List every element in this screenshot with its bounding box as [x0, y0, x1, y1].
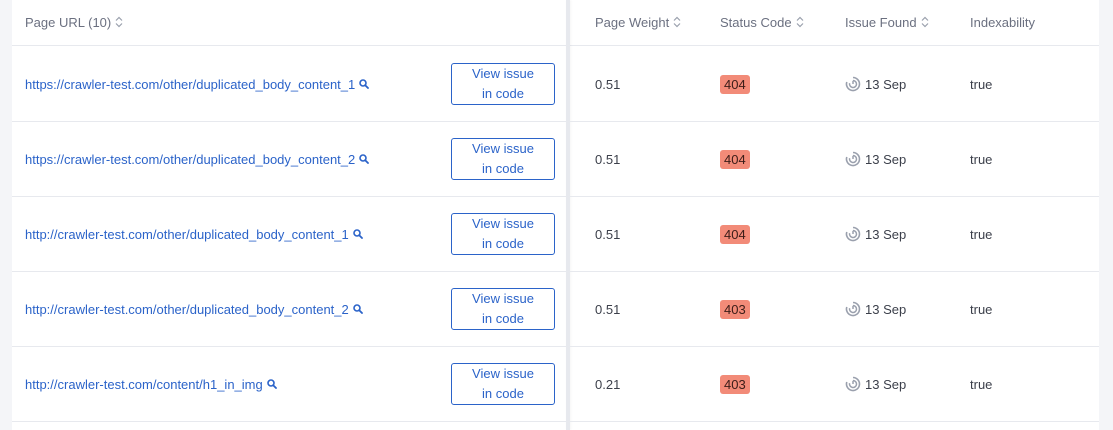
page-url-text[interactable]: https://crawler-test.com/other/duplicate… [25, 77, 355, 92]
clock-icon [845, 151, 861, 167]
status-badge: 404 [720, 75, 750, 94]
button-line2: in code [482, 236, 524, 251]
page-url-link[interactable]: https://crawler-test.com/other/duplicate… [25, 47, 370, 122]
page-url-link[interactable]: http://crawler-test.com/other/duplicated… [25, 272, 363, 347]
issue-found-cell: 13 Sep [845, 197, 906, 272]
header-issue-found-label: Issue Found [845, 15, 917, 30]
issue-found-cell: 13 Sep [845, 47, 906, 122]
header-page-weight-label: Page Weight [595, 15, 670, 30]
view-issue-in-code-button[interactable]: View issue in code [451, 363, 555, 405]
table-row: http://crawler-test.com/other/duplicated… [12, 272, 1099, 347]
sort-icon [673, 16, 681, 28]
status-badge: 403 [720, 375, 750, 394]
magnifier-icon[interactable] [352, 229, 363, 239]
header-indexability-label: Indexability [970, 15, 1036, 30]
clock-icon [845, 226, 861, 242]
issue-found-cell: 13 Sep [845, 272, 906, 347]
page-weight-value: 0.21 [595, 377, 621, 392]
button-line1: View issue [472, 66, 534, 81]
button-line2: in code [482, 161, 524, 176]
header-issue-found[interactable]: Issue Found [845, 0, 929, 46]
page-url-text[interactable]: http://crawler-test.com/other/duplicated… [25, 302, 349, 317]
page-weight-value: 0.51 [595, 152, 621, 167]
table-row: https://crawler-test.com/other/duplicate… [12, 47, 1099, 122]
page-url-link[interactable]: https://crawler-test.com/other/duplicate… [25, 122, 370, 197]
button-line1: View issue [472, 141, 534, 156]
indexability-value: true [970, 377, 993, 392]
indexability-value: true [970, 152, 993, 167]
button-line2: in code [482, 386, 524, 401]
clock-icon [845, 376, 861, 392]
header-page-url-label: Page URL (10) [25, 15, 112, 30]
clock-icon [845, 76, 861, 92]
page-url-text[interactable]: http://crawler-test.com/other/duplicated… [25, 227, 349, 242]
button-line1: View issue [472, 216, 534, 231]
header-status-code-label: Status Code [720, 15, 792, 30]
header-status-code[interactable]: Status Code [720, 0, 804, 46]
indexability-value: true [970, 227, 993, 242]
table-header: Page URL (10) Page Weight Status Code Is… [12, 0, 1099, 46]
button-line1: View issue [472, 291, 534, 306]
issue-found-cell: 13 Sep [845, 347, 906, 422]
button-line1: View issue [472, 366, 534, 381]
issue-date: 13 Sep [865, 302, 907, 317]
sort-icon [921, 16, 928, 28]
magnifier-icon[interactable] [266, 379, 277, 389]
issue-date: 13 Sep [865, 77, 907, 92]
view-issue-in-code-button[interactable]: View issue in code [451, 288, 555, 330]
header-indexability: Indexability [970, 0, 1035, 46]
page-weight-value: 0.51 [595, 77, 621, 92]
header-page-url[interactable]: Page URL (10) [25, 0, 123, 46]
view-issue-in-code-button[interactable]: View issue in code [451, 213, 555, 255]
sort-icon [115, 16, 123, 28]
issue-date: 13 Sep [865, 152, 907, 167]
page-url-text[interactable]: http://crawler-test.com/content/h1_in_im… [25, 377, 263, 392]
table-row: http://crawler-test.com/content/h1_in_im… [12, 347, 1099, 422]
view-issue-in-code-button[interactable]: View issue in code [451, 63, 555, 105]
table-row: https://crawler-test.com/other/duplicate… [12, 122, 1099, 197]
button-line2: in code [482, 311, 524, 326]
magnifier-icon[interactable] [359, 154, 370, 164]
sort-icon [796, 16, 803, 28]
clock-icon [845, 301, 861, 317]
page-url-text[interactable]: https://crawler-test.com/other/duplicate… [25, 152, 355, 167]
button-line2: in code [482, 86, 524, 101]
indexability-value: true [970, 302, 993, 317]
magnifier-icon[interactable] [352, 304, 363, 314]
page-weight-value: 0.51 [595, 302, 621, 317]
status-badge: 404 [720, 150, 750, 169]
page-weight-value: 0.51 [595, 227, 621, 242]
magnifier-icon[interactable] [359, 79, 370, 89]
page-url-link[interactable]: http://crawler-test.com/content/h1_in_im… [25, 347, 277, 422]
status-badge: 403 [720, 300, 750, 319]
page-url-link[interactable]: http://crawler-test.com/other/duplicated… [25, 197, 363, 272]
indexability-value: true [970, 77, 993, 92]
results-table: Page URL (10) Page Weight Status Code Is… [12, 0, 1099, 430]
issue-found-cell: 13 Sep [845, 122, 906, 197]
header-page-weight[interactable]: Page Weight [595, 0, 681, 46]
issue-date: 13 Sep [865, 377, 907, 392]
view-issue-in-code-button[interactable]: View issue in code [451, 138, 555, 180]
status-badge: 404 [720, 225, 750, 244]
table-row: http://crawler-test.com/other/duplicated… [12, 197, 1099, 272]
issue-date: 13 Sep [865, 227, 907, 242]
